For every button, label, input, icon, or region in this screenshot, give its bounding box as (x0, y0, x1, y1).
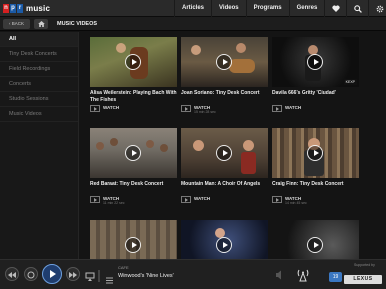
sidebar-item-studio-sessions[interactable]: Studio Sessions (0, 92, 78, 107)
back-button[interactable]: ‹ BACK (3, 19, 30, 29)
replay-icon (27, 271, 35, 279)
favorites-button[interactable] (324, 0, 346, 17)
program-label: CAFE (118, 265, 129, 270)
video-thumbnail[interactable] (272, 128, 359, 178)
rewind-button[interactable] (5, 267, 19, 281)
sidebar-item-music-videos[interactable]: Music Videos (0, 107, 78, 122)
nav-genres[interactable]: Genres (288, 0, 325, 17)
video-thumbnail[interactable]: KEXP (272, 37, 359, 87)
sponsor-logo[interactable]: LEXUS (344, 275, 382, 284)
video-icon (90, 196, 100, 203)
fast-forward-icon (69, 272, 77, 278)
npr-music-logo[interactable]: n p r music (3, 3, 50, 14)
watch-link[interactable]: WATCH 14 min 45 sec (272, 196, 359, 205)
watch-label: WATCH (285, 105, 302, 110)
video-card[interactable]: Red Baraat: Tiny Desk Concert WATCH 11 mi… (90, 128, 177, 205)
search-icon (354, 4, 362, 13)
back-15-button[interactable] (24, 267, 38, 281)
section-title: MUSIC VIDEOS (57, 21, 98, 27)
play-icon (50, 270, 56, 278)
category-sidebar: All Tiny Desk Concerts Field Recordings … (0, 32, 79, 259)
play-pause-button[interactable] (42, 264, 62, 284)
video-thumbnail[interactable] (90, 37, 177, 87)
play-icon[interactable] (125, 237, 141, 253)
queue-toggle[interactable] (105, 272, 114, 284)
play-icon[interactable] (216, 237, 232, 253)
watch-label: WATCH (194, 196, 211, 201)
home-button[interactable] (34, 19, 48, 29)
video-title[interactable]: Craig Finn: Tiny Desk Concert (272, 181, 359, 194)
back-label: BACK (11, 21, 24, 26)
play-icon[interactable] (307, 145, 323, 161)
live-stream-button[interactable] (296, 268, 310, 287)
sidebar-item-field-recordings[interactable]: Field Recordings (0, 62, 78, 77)
video-thumbnail[interactable] (181, 128, 268, 178)
play-icon[interactable] (216, 145, 232, 161)
video-card[interactable]: Joan Soriano: Tiny Desk Concert WATCH 15 … (181, 37, 268, 114)
video-icon (90, 105, 100, 112)
video-title[interactable]: Davila 666's Gritty 'Ciudad' (272, 90, 359, 103)
video-title[interactable]: Alisa Weilerstein: Playing Bach With The… (90, 90, 177, 103)
video-card[interactable]: Mountain Man: A Choir Of Angels WATCH (181, 128, 268, 203)
kexp-badge: KEXP (343, 79, 357, 85)
watch-link[interactable]: WATCH 11 min 22 sec (90, 196, 177, 205)
sidebar-item-all[interactable]: All (0, 32, 78, 47)
video-title[interactable]: Mountain Man: A Choir Of Angels (181, 181, 268, 194)
video-title[interactable]: Red Baraat: Tiny Desk Concert (90, 181, 177, 194)
watch-link[interactable]: WATCH 15 min 28 sec (181, 105, 268, 114)
video-icon (272, 105, 282, 112)
broadcast-tower-icon (297, 269, 309, 282)
video-icon (181, 196, 191, 203)
playlist-icon (106, 277, 113, 284)
video-duration: 11 min 22 sec (103, 201, 125, 205)
main-nav: Articles Videos Programs Genres (174, 0, 386, 17)
now-playing-title[interactable]: Winwood's 'Nine Lives' (118, 273, 174, 279)
video-card[interactable]: KEXP Davila 666's Gritty 'Ciudad' WATCH (272, 37, 359, 112)
watch-label: WATCH (103, 105, 120, 110)
watch-link[interactable]: WATCH (272, 105, 359, 112)
gear-icon (376, 5, 384, 12)
nav-programs[interactable]: Programs (245, 0, 289, 17)
play-icon[interactable] (307, 54, 323, 70)
video-card[interactable]: Alisa Weilerstein: Playing Bach With The… (90, 37, 177, 112)
sidebar-item-tiny-desk[interactable]: Tiny Desk Concerts (0, 47, 78, 62)
video-duration: 14 min 45 sec (285, 201, 307, 205)
home-icon (37, 21, 45, 27)
video-duration: 15 min 28 sec (194, 110, 216, 114)
settings-button[interactable] (368, 0, 386, 17)
logo-word: music (26, 4, 51, 13)
video-thumbnail[interactable] (181, 37, 268, 87)
watch-link[interactable]: WATCH (181, 196, 268, 203)
nav-articles[interactable]: Articles (174, 0, 211, 17)
logo-letter-p: p (10, 4, 16, 13)
forward-button[interactable] (66, 267, 80, 281)
video-title[interactable]: Joan Soriano: Tiny Desk Concert (181, 90, 268, 103)
watch-link[interactable]: WATCH (90, 105, 177, 112)
play-icon[interactable] (307, 237, 323, 253)
airplay-icon (85, 272, 95, 281)
track-progress[interactable] (98, 270, 100, 282)
video-thumbnail[interactable] (90, 128, 177, 178)
play-icon[interactable] (216, 54, 232, 70)
heart-icon (332, 5, 340, 12)
rewind-icon (8, 272, 16, 278)
sidebar-item-concerts[interactable]: Concerts (0, 77, 78, 92)
logo-letter-n: n (3, 4, 9, 13)
airplay-button[interactable] (85, 269, 95, 281)
play-icon[interactable] (125, 145, 141, 161)
play-icon[interactable] (125, 54, 141, 70)
audio-player-bar: CAFE Winwood's 'Nine Lives' 19 Supported… (0, 259, 386, 289)
video-card[interactable]: Craig Finn: Tiny Desk Concert WATCH 14 mi… (272, 128, 359, 205)
search-button[interactable] (346, 0, 368, 17)
nav-videos[interactable]: Videos (211, 0, 246, 17)
logo-letter-r: r (17, 4, 23, 13)
volume-button[interactable] (274, 268, 286, 280)
queue-count-badge[interactable]: 19 (329, 272, 342, 282)
video-icon (181, 105, 191, 112)
speaker-icon (276, 270, 281, 280)
section-bar: ‹ BACK MUSIC VIDEOS (0, 17, 386, 31)
video-icon (272, 196, 282, 203)
top-nav-bar: n p r music Articles Videos Programs Gen… (0, 0, 386, 17)
sponsor-label: Supported by (354, 263, 375, 267)
